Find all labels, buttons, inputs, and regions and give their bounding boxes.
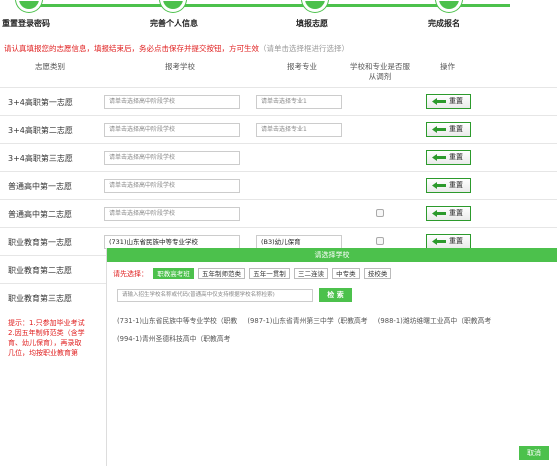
- major-select[interactable]: 请单击选择专业1: [256, 95, 342, 109]
- header-school: 报考学校: [165, 62, 195, 71]
- school-result-item[interactable]: (731-1)山东省民族中等专业学校（职教: [117, 317, 237, 325]
- row-name: 3+4高职第二志愿: [8, 126, 73, 135]
- school-result-item[interactable]: (988-1)潍坊维曙工业高中（职教高考: [378, 317, 491, 325]
- back-arrow-icon: [432, 98, 446, 105]
- school-select[interactable]: 请单击选择高中阶段学校: [104, 151, 240, 165]
- step-4-dot: [436, 0, 462, 12]
- reset-button[interactable]: 重置: [426, 234, 471, 249]
- table-row: 普通高中第一志愿 请单击选择高中阶段学校 重置: [0, 171, 557, 199]
- reset-button[interactable]: 重置: [426, 122, 471, 137]
- row-name: 3+4高职第一志愿: [8, 98, 73, 107]
- header-major: 报考专业: [287, 62, 317, 71]
- major-select[interactable]: 请单击选择专业1: [256, 123, 342, 137]
- notice-hint: （请单击选择框进行选择）: [259, 44, 349, 53]
- reset-label: 重置: [449, 97, 463, 105]
- step-4-label: 完成报名: [428, 19, 460, 28]
- school-select[interactable]: 请单击选择高中阶段学校: [104, 207, 240, 221]
- filter-bar: 请先选择： 职教高考班 五年制师范类 五年一贯制 三二连读 中专类 技校类: [113, 268, 393, 280]
- step-1-dot: [16, 0, 42, 12]
- reset-label: 重置: [449, 237, 463, 245]
- step-1-label: 重置登录密码: [2, 19, 50, 28]
- row-name: 3+4高职第三志愿: [8, 154, 73, 163]
- school-result-item[interactable]: (994-1)青州圣德科技高中（职教高考: [117, 335, 230, 343]
- notice-text: 请认真填报您的志愿信息，填报结束后，务必点击保存并提交按钮，方可生效: [4, 44, 259, 53]
- step-progress: 重置登录密码 完善个人信息 填报志愿 完成报名: [0, 0, 557, 34]
- school-search-input[interactable]: 请输入招生学校名称或代码(普通高中仅支持根据学校名称检索): [117, 289, 313, 302]
- reset-button[interactable]: 重置: [426, 178, 471, 193]
- school-result-item[interactable]: (987-1)山东省青州第三中学（职教高考: [247, 317, 367, 325]
- reset-button[interactable]: 重置: [426, 150, 471, 165]
- header-action: 操作: [440, 62, 455, 71]
- table-row: 普通高中第二志愿 请单击选择高中阶段学校 重置: [0, 199, 557, 227]
- adjust-checkbox[interactable]: [376, 237, 384, 245]
- filter-label: 请先选择：: [113, 269, 148, 278]
- table-row: 3+4高职第一志愿 请单击选择高中阶段学校 请单击选择专业1 重置: [0, 87, 557, 115]
- back-arrow-icon: [432, 238, 446, 245]
- back-arrow-icon: [432, 126, 446, 133]
- row-name: 职业教育第二志愿: [8, 266, 72, 275]
- tip-line: 几位，均按职业教育第: [8, 349, 78, 357]
- header-category: 志愿类别: [35, 62, 65, 71]
- filter-secondary-vocational[interactable]: 中专类: [332, 268, 360, 279]
- tip-line: 提示：1.只参加毕业考试: [8, 319, 85, 327]
- reset-button[interactable]: 重置: [426, 94, 471, 109]
- table-row: 3+4高职第二志愿 请单击选择高中阶段学校 请单击选择专业1 重置: [0, 115, 557, 143]
- reset-label: 重置: [449, 153, 463, 161]
- tips: 提示：1.只参加毕业考试 2.因五年制师范类（含学 育、幼儿保育），再录取 几位…: [8, 318, 108, 358]
- school-select[interactable]: 请单击选择高中阶段学校: [104, 179, 240, 193]
- tip-line: 2.因五年制师范类（含学: [8, 329, 85, 337]
- school-select[interactable]: 请单击选择高中阶段学校: [104, 123, 240, 137]
- major-select[interactable]: (B3)幼儿保育: [256, 235, 342, 249]
- row-name: 普通高中第二志愿: [8, 210, 72, 219]
- school-select[interactable]: 请单击选择高中阶段学校: [104, 95, 240, 109]
- reset-label: 重置: [449, 181, 463, 189]
- reset-label: 重置: [449, 209, 463, 217]
- row-name: 职业教育第一志愿: [8, 238, 72, 247]
- step-2-dot: [160, 0, 186, 12]
- adjust-checkbox[interactable]: [376, 209, 384, 217]
- back-arrow-icon: [432, 182, 446, 189]
- filter-vocational-exam[interactable]: 职教高考班: [153, 268, 194, 279]
- header-adjust-1: 学校和专业是否服: [350, 62, 410, 71]
- row-name: 普通高中第一志愿: [8, 182, 72, 191]
- reset-button[interactable]: 重置: [426, 206, 471, 221]
- cancel-button[interactable]: 取消: [519, 446, 549, 460]
- back-arrow-icon: [432, 210, 446, 217]
- school-picker-modal: 请选择学校 请先选择： 职教高考班 五年制师范类 五年一贯制 三二连读 中专类 …: [106, 248, 557, 466]
- notice: 请认真填报您的志愿信息，填报结束后，务必点击保存并提交按钮，方可生效（请单击选择…: [4, 43, 349, 54]
- header-adjust-2: 从调剂: [368, 72, 392, 81]
- table-header: 志愿类别 报考学校 报考专业 学校和专业是否服 从调剂 操作: [0, 60, 557, 88]
- school-results: (731-1)山东省民族中等专业学校（职教 (987-1)山东省青州第三中学（职…: [117, 312, 553, 348]
- step-3-label: 填报志愿: [296, 19, 328, 28]
- table-row: 3+4高职第三志愿 请单击选择高中阶段学校 重置: [0, 143, 557, 171]
- search-button[interactable]: 检 索: [319, 288, 352, 302]
- reset-label: 重置: [449, 125, 463, 133]
- step-2-label: 完善个人信息: [150, 19, 198, 28]
- filter-five-year-integrated[interactable]: 五年一贯制: [249, 268, 290, 279]
- step-3-dot: [302, 0, 328, 12]
- filter-three-two[interactable]: 三二连读: [293, 268, 328, 279]
- page: 重置登录密码 完善个人信息 填报志愿 完成报名 请认真填报您的志愿信息，填报结束…: [0, 0, 557, 466]
- filter-technical-school[interactable]: 技校类: [363, 268, 392, 279]
- modal-title: 请选择学校: [107, 248, 557, 262]
- row-name: 职业教育第三志愿: [8, 294, 72, 303]
- school-select[interactable]: (731)山东省民族中等专业学校: [104, 235, 240, 249]
- tip-line: 育、幼儿保育），再录取: [8, 339, 82, 347]
- filter-five-year-normal[interactable]: 五年制师范类: [197, 268, 245, 279]
- back-arrow-icon: [432, 154, 446, 161]
